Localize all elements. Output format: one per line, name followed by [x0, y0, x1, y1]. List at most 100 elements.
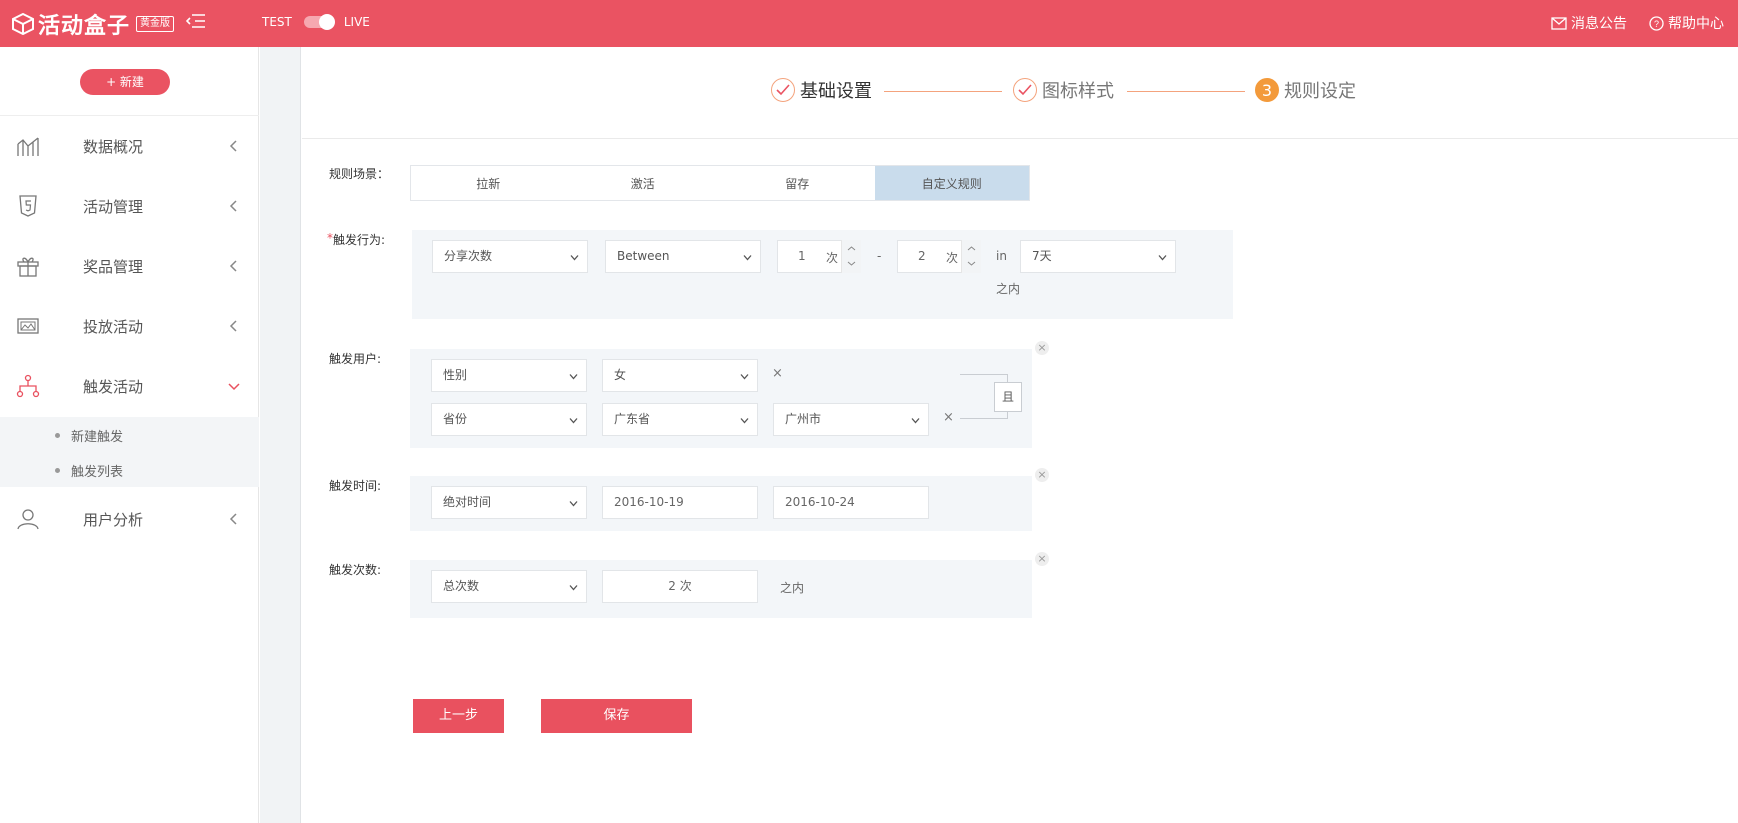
check-icon [1013, 78, 1037, 102]
chevron-down-icon[interactable] [847, 260, 856, 267]
mail-icon [1551, 16, 1567, 30]
start-date-input[interactable]: 2016-10-19 [602, 486, 758, 519]
within-text: 之内 [996, 282, 1021, 296]
chevron-down-icon [1158, 255, 1167, 261]
prev-step-button[interactable]: 上一步 [413, 699, 504, 733]
chevron-down-icon [569, 585, 578, 591]
chevron-left-icon [229, 140, 237, 152]
user-field-select[interactable]: 省份 [431, 403, 587, 436]
tab-new-users[interactable]: 拉新 [411, 166, 566, 200]
gift-icon [17, 257, 39, 277]
select-value: 广东省 [614, 412, 651, 426]
trigger-submenu: 新建触发 触发列表 [0, 417, 259, 487]
sidebar-item-deploy-activity[interactable]: 投放活动 [0, 296, 259, 356]
logic-and-toggle[interactable]: 且 [994, 382, 1022, 412]
submenu-item-new-trigger[interactable]: 新建触发 [55, 426, 123, 445]
count-value-input[interactable]: 2 次 [602, 570, 758, 603]
scene-tabs: 拉新 激活 留存 自定义规则 [410, 165, 1030, 201]
select-value: 7天 [1032, 249, 1052, 263]
chevron-up-icon[interactable] [847, 245, 856, 252]
top-bar: 活动盒子 黄金版 TEST LIVE 消息公告 ? 帮助中心 [0, 0, 1738, 47]
step-icon-style[interactable]: 图标样式 [1013, 77, 1114, 103]
chevron-left-icon [229, 200, 237, 212]
user-field-select[interactable]: 性别 [431, 359, 587, 392]
chevron-down-icon [569, 374, 578, 380]
sidebar-item-label: 奖品管理 [83, 257, 144, 276]
image-icon [17, 318, 39, 334]
logo[interactable]: 活动盒子 黄金版 [12, 8, 175, 40]
chevron-down-icon [228, 383, 240, 391]
environment-toggle: TEST LIVE [262, 14, 370, 30]
chevron-down-icon [570, 255, 579, 261]
time-label: 触发时间: [329, 479, 382, 493]
in-text: in [996, 249, 1007, 263]
message-link[interactable]: 消息公告 [1551, 13, 1627, 33]
behavior-operator-select[interactable]: Between [605, 240, 761, 273]
sidebar-item-prize-management[interactable]: 奖品管理 [0, 236, 259, 296]
new-button[interactable]: + 新建 [80, 69, 170, 95]
tab-retention[interactable]: 留存 [720, 166, 875, 200]
count-panel: 总次数 2 次 之内 [410, 560, 1032, 618]
stepper-arrows[interactable] [961, 240, 981, 273]
count-label: 触发次数: [329, 563, 382, 577]
sidebar-item-user-analysis[interactable]: 用户分析 [0, 489, 259, 549]
env-test-label: TEST [262, 15, 292, 29]
close-time-icon[interactable]: × [1035, 468, 1049, 482]
remove-condition-icon[interactable]: × [772, 366, 783, 381]
edition-badge: 黄金版 [136, 16, 175, 32]
step-label: 图标样式 [1042, 81, 1114, 102]
user-value-select[interactable]: 女 [602, 359, 758, 392]
select-value: 性别 [443, 368, 468, 382]
step-label: 规则设定 [1284, 81, 1356, 102]
behavior-max-stepper[interactable]: 2 次 [897, 240, 981, 273]
user-value-select[interactable]: 广东省 [602, 403, 758, 436]
stepper-arrows[interactable] [841, 240, 861, 273]
users-panel: 性别 女 × 省份 广东省 广州市 × 且 [410, 349, 1032, 448]
box-logo-icon [12, 13, 34, 35]
user-city-select[interactable]: 广州市 [773, 403, 929, 436]
submenu-item-trigger-list[interactable]: 触发列表 [55, 461, 123, 480]
step-rule-settings[interactable]: 3 规则设定 [1255, 77, 1356, 103]
chevron-down-icon[interactable] [967, 260, 976, 267]
select-value: 分享次数 [444, 249, 493, 263]
count-within-text: 之内 [780, 581, 805, 595]
sidebar-item-data-overview[interactable]: 数据概况 [0, 116, 259, 176]
select-value: 绝对时间 [443, 495, 492, 509]
chevron-left-icon [229, 260, 237, 272]
step-connector [1127, 91, 1245, 92]
tab-custom-rule[interactable]: 自定义规则 [874, 166, 1029, 200]
chevron-left-icon [229, 320, 237, 332]
behavior-min-stepper[interactable]: 1 次 [777, 240, 861, 273]
tab-activation[interactable]: 激活 [566, 166, 721, 200]
behavior-panel: 分享次数 Between 1 次 - 2 次 in 7天 之内 [412, 230, 1233, 319]
chevron-down-icon [740, 418, 749, 424]
chevron-down-icon [569, 501, 578, 507]
bullet-icon [55, 468, 60, 473]
main-content: 基础设置 图标样式 3 规则设定 规则场景： 拉新 激活 留存 自定义规则 * … [302, 47, 1738, 823]
step-basic-settings[interactable]: 基础设置 [771, 77, 872, 103]
html5-icon [19, 195, 37, 217]
count-type-select[interactable]: 总次数 [431, 570, 587, 603]
stepper-unit: 次 [826, 251, 839, 265]
sidebar-item-activity-management[interactable]: 活动管理 [0, 176, 259, 236]
select-value: Between [617, 249, 670, 263]
chevron-up-icon[interactable] [967, 245, 976, 252]
time-panel: 绝对时间 2016-10-19 2016-10-24 [410, 476, 1032, 531]
end-date-input[interactable]: 2016-10-24 [773, 486, 929, 519]
save-button[interactable]: 保存 [541, 699, 692, 733]
behavior-period-select[interactable]: 7天 [1020, 240, 1176, 273]
remove-condition-icon[interactable]: × [943, 410, 954, 425]
step-indicator: 基础设置 图标样式 3 规则设定 [302, 47, 1738, 139]
chart-icon [17, 137, 39, 156]
help-link[interactable]: ? 帮助中心 [1649, 13, 1724, 33]
sidebar-item-trigger-activity[interactable]: 触发活动 [0, 356, 259, 416]
behavior-action-select[interactable]: 分享次数 [432, 240, 588, 273]
close-count-icon[interactable]: × [1035, 552, 1049, 566]
time-type-select[interactable]: 绝对时间 [431, 486, 587, 519]
close-users-icon[interactable]: × [1035, 341, 1049, 355]
chevron-down-icon [743, 255, 752, 261]
env-switch[interactable] [303, 14, 335, 30]
logo-text: 活动盒子 [38, 14, 131, 39]
range-dash: - [877, 249, 882, 263]
menu-collapse-icon[interactable] [185, 13, 206, 34]
